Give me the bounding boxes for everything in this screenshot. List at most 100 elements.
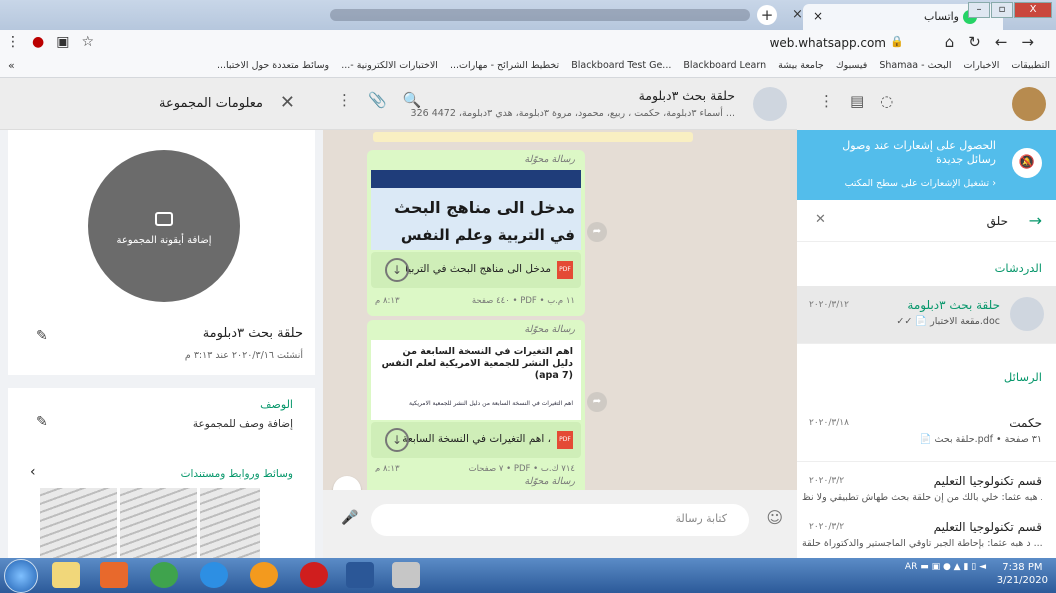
edit-name-pencil-icon[interactable]: ✎ bbox=[36, 328, 48, 344]
bookmark-item[interactable]: الاخبارات bbox=[964, 60, 1000, 71]
bookmark-item[interactable]: Blackboard Test Ge... bbox=[571, 60, 671, 71]
lock-icon[interactable]: 🔒 bbox=[890, 35, 904, 48]
language-indicator[interactable]: AR bbox=[905, 562, 917, 572]
paint-icon[interactable] bbox=[392, 562, 420, 588]
media-thumbnail[interactable] bbox=[200, 488, 260, 558]
forwarded-label: رسالة محوّلة bbox=[524, 154, 575, 165]
pdf-extension-icon[interactable]: ▣ bbox=[56, 34, 69, 50]
chat-header-icons[interactable]: ⋮📎🔍 bbox=[337, 91, 437, 109]
download-icon[interactable]: ↓ bbox=[385, 428, 409, 452]
notification-link[interactable]: تشغيل الإشعارات على سطح المكتب › bbox=[845, 178, 996, 189]
ie-icon[interactable] bbox=[200, 562, 228, 588]
result-date: ٢٠٢٠/٣/٢ bbox=[809, 476, 845, 486]
wa-tab-title: واتساب bbox=[924, 10, 959, 23]
new-tab-button[interactable]: + bbox=[757, 5, 777, 25]
result-preview: 📄 حلقة بحث.pdf • ٣١ صفحة bbox=[919, 434, 1042, 445]
chat-item-preview: ✓✓ 📄 مقعة الاختبار.doc bbox=[896, 316, 1000, 327]
firefox-icon[interactable] bbox=[250, 562, 278, 588]
tray-icons[interactable]: ▬ ▣ ● ▲ ▮ ▯ ◄ bbox=[920, 562, 986, 572]
url-field[interactable]: web.whatsapp.com bbox=[770, 36, 886, 50]
wa-tab-close-icon[interactable]: × bbox=[813, 9, 823, 23]
minimize-button[interactable]: – bbox=[968, 2, 990, 18]
add-group-icon-label: إضافة أيقونة المجموعة bbox=[116, 235, 212, 246]
bookmark-item[interactable]: Blackboard Learn bbox=[683, 60, 766, 71]
chat-header[interactable]: ⋮📎🔍 حلقة بحث ٣دبلومة أسماء ٣دبلومة، حكمت… bbox=[323, 78, 797, 130]
chat-item-title: حلقة بحث ٣دبلومة bbox=[907, 298, 1000, 312]
search-input[interactable]: حلق bbox=[987, 214, 1008, 228]
document-attachment[interactable]: PDF اهم التغيرات في النسخة السابعة ، ↓ bbox=[371, 422, 581, 458]
message-list: رسالة محوّلة مدخل الى مناهج البحث في الت… bbox=[323, 130, 797, 504]
chat-title[interactable]: حلقة بحث ٣دبلومة bbox=[639, 88, 735, 103]
document-name: مدخل الى مناهج البحث في التربيا bbox=[405, 263, 551, 275]
message-bubble[interactable]: رسالة محوّلة اهم التغيرات في النسخة السا… bbox=[367, 320, 585, 484]
document-name: اهم التغيرات في النسخة السابعة ، bbox=[402, 433, 551, 445]
word-icon[interactable] bbox=[346, 562, 374, 588]
opera-icon[interactable] bbox=[300, 562, 328, 588]
preview-text: اهم التغيرات في النسخة السابعة من دليل ا… bbox=[381, 346, 573, 381]
tab-close-icon[interactable]: × bbox=[792, 7, 803, 22]
media-thumbnail[interactable] bbox=[120, 488, 197, 558]
forward-share-icon[interactable]: ➦ bbox=[587, 222, 607, 242]
group-avatar[interactable]: إضافة أيقونة المجموعة bbox=[88, 150, 240, 302]
media-links-docs-label[interactable]: وسائط وروابط ومستندات bbox=[181, 468, 293, 480]
chat-members: أسماء ٣دبلومة، حكمت ، ربيع، محمود، مروة … bbox=[410, 108, 735, 119]
close-icon[interactable]: ✕ bbox=[280, 92, 295, 113]
clock-time: 7:38 PM bbox=[1002, 562, 1043, 573]
result-title: قسم تكنولوجيا التعليم bbox=[933, 474, 1042, 488]
bookmark-item[interactable]: الاختبارات الالكترونية -... bbox=[341, 60, 438, 71]
chevron-left-icon[interactable]: ‹ bbox=[30, 464, 36, 480]
back-arrow-icon[interactable]: → bbox=[1029, 211, 1042, 230]
office-icon[interactable] bbox=[100, 562, 128, 588]
encryption-banner bbox=[373, 132, 693, 142]
system-tray: AR ▬ ▣ ● ▲ ▮ ▯ ◄ bbox=[905, 562, 986, 572]
message-bubble[interactable]: رسالة محوّلة bbox=[367, 472, 585, 490]
bookmarks-overflow-icon[interactable]: « bbox=[8, 59, 15, 72]
message-bubble[interactable]: رسالة محوّلة مدخل الى مناهج البحث في الت… bbox=[367, 150, 585, 316]
star-icon[interactable]: ☆ bbox=[81, 34, 94, 50]
clear-search-icon[interactable]: ✕ bbox=[815, 212, 826, 227]
microphone-icon[interactable]: 🎤 bbox=[341, 510, 358, 526]
message-result-item[interactable]: حكمت ٢٠٢٠/٣/١٨ 📄 حلقة بحث.pdf • ٣١ صفحة bbox=[797, 404, 1056, 462]
start-button[interactable] bbox=[4, 559, 38, 593]
bookmark-item[interactable]: فيسبوك bbox=[836, 60, 868, 71]
profile-avatar[interactable] bbox=[1012, 87, 1046, 121]
bookmark-item[interactable]: البحث - Shamaa bbox=[879, 60, 951, 71]
address-bar: ⋮ ● ▣ ☆ web.whatsapp.com 🔒 ⌂↻←→ bbox=[0, 30, 1056, 56]
emoji-icon[interactable]: ☺ bbox=[766, 508, 783, 527]
forward-share-icon[interactable]: ➦ bbox=[587, 392, 607, 412]
extension-icon[interactable]: ● bbox=[32, 34, 44, 50]
media-thumbnail[interactable] bbox=[40, 488, 117, 558]
clock[interactable]: 7:38 PM 3/21/2020 bbox=[997, 561, 1048, 587]
group-created-date: أنشئت ٢٠٢٠/٣/١٦ عند ٣:١٣ م bbox=[184, 350, 303, 361]
bookmark-item[interactable]: التطبيقات bbox=[1011, 60, 1050, 71]
group-avatar-small[interactable] bbox=[753, 87, 787, 121]
maximize-button[interactable]: ▫ bbox=[991, 2, 1013, 18]
bookmark-item[interactable]: وسائط متعددة حول الاختبا... bbox=[217, 60, 329, 71]
description-value[interactable]: إضافة وصف للمجموعة bbox=[193, 418, 293, 430]
menu-icon[interactable]: ⋮ bbox=[6, 34, 20, 50]
close-window-button[interactable]: X bbox=[1014, 2, 1052, 18]
file-explorer-icon[interactable] bbox=[52, 562, 80, 588]
message-time: ٨:١٣ م bbox=[375, 296, 400, 306]
edit-description-pencil-icon[interactable]: ✎ bbox=[36, 414, 48, 430]
document-preview[interactable]: مدخل الى مناهج البحث في التربية وعلم الن… bbox=[371, 170, 581, 250]
result-title: حكمت bbox=[1009, 416, 1042, 430]
forwarded-label: رسالة محوّلة bbox=[524, 476, 575, 487]
chrome-icon[interactable] bbox=[150, 562, 178, 588]
result-preview: د هبه عثما: خلي بالك من إن حلقة بحث طهاش… bbox=[802, 492, 1042, 503]
sidebar-header: ⋮▤◌ bbox=[797, 78, 1056, 130]
result-title: قسم تكنولوجيا التعليم bbox=[933, 520, 1042, 534]
document-attachment[interactable]: PDF مدخل الى مناهج البحث في التربيا ↓ bbox=[371, 252, 581, 288]
chat-list-item[interactable]: حلقة بحث ٣دبلومة ٢٠٢٠/٣/١٢ ✓✓ 📄 مقعة الا… bbox=[797, 286, 1056, 344]
sidebar-header-icons[interactable]: ⋮▤◌ bbox=[819, 92, 909, 110]
browser-tabbar: + × × واتساب – ▫ X bbox=[0, 0, 1056, 30]
bookmark-item[interactable]: تخطيط الشرائح - مهارات... bbox=[450, 60, 559, 71]
result-date: ٢٠٢٠/٣/١٨ bbox=[809, 418, 849, 428]
camera-icon bbox=[155, 212, 173, 226]
document-preview[interactable]: اهم التغيرات في النسخة السابعة من دليل ا… bbox=[371, 340, 581, 420]
bookmark-item[interactable]: جامعة بيشة bbox=[778, 60, 824, 71]
notification-banner[interactable]: 🔕 الحصول على إشعارات عند وصول رسائل جديد… bbox=[797, 130, 1056, 200]
nav-buttons[interactable]: ⌂↻←→ bbox=[945, 33, 1048, 51]
download-icon[interactable]: ↓ bbox=[385, 258, 409, 282]
section-messages-label: الرسائل bbox=[1003, 370, 1042, 384]
